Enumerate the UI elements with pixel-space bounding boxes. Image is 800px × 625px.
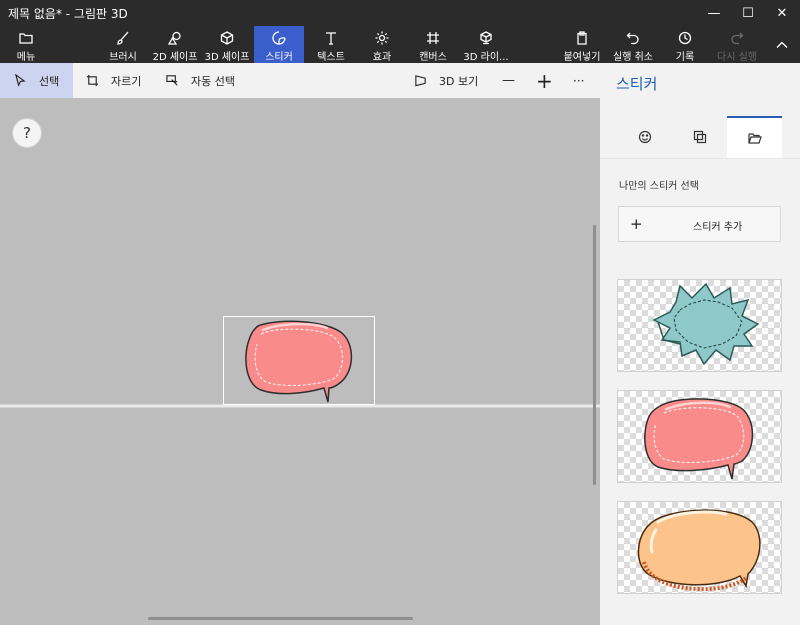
textures-icon <box>693 130 706 144</box>
undo-label: 실행 취소 <box>613 52 653 63</box>
close-button[interactable]: ✕ <box>765 0 799 26</box>
tool-3d-shapes-label: 3D 셰이프 <box>204 52 250 63</box>
plus-icon: + <box>630 215 643 233</box>
view-3d-icon <box>415 75 426 87</box>
tool-brush-label: 브러시 <box>109 52 137 63</box>
undo-icon <box>626 32 639 45</box>
canvas-icon <box>427 32 439 44</box>
tool-effects-button[interactable]: 효과 <box>362 26 402 63</box>
library-icon <box>480 31 492 45</box>
title-bar: 제목 없음* - 그림판 3D — ☐ ✕ <box>0 0 800 26</box>
stickers-tab[interactable] <box>617 116 672 158</box>
shapes-2d-icon <box>168 31 181 45</box>
menu-label: 메뉴 <box>16 52 36 63</box>
tool-stickers-label: 스티커 <box>265 52 293 63</box>
redo-icon <box>731 32 744 45</box>
magic-select-label: 자동 선택 <box>191 74 235 88</box>
cube-icon <box>220 31 234 45</box>
my-stickers-tab[interactable] <box>727 116 782 158</box>
history-icon <box>678 31 692 45</box>
view-3d-button[interactable]: 3D 보기 <box>414 63 478 98</box>
maximize-button[interactable]: ☐ <box>731 0 765 26</box>
view-3d-label: 3D 보기 <box>439 74 479 88</box>
ribbon: 메뉴 브러시 2D 셰이프 3D 셰이프 스티커 텍스트 효과 캔버스 3D 라… <box>0 26 800 63</box>
menu-button[interactable]: 메뉴 <box>4 26 48 63</box>
tool-text-label: 텍스트 <box>317 52 345 63</box>
selection-box[interactable] <box>223 316 375 405</box>
add-sticker-button[interactable]: + 스티커 추가 <box>618 206 781 242</box>
chevron-up-icon <box>776 41 788 48</box>
tool-2d-shapes-button[interactable]: 2D 셰이프 <box>150 26 200 63</box>
minimize-button[interactable]: — <box>697 0 731 26</box>
help-button[interactable]: ? <box>12 118 42 148</box>
pink-speech-bubble-icon <box>644 398 754 480</box>
sticker-icon <box>272 31 286 45</box>
horizontal-scrollbar[interactable] <box>148 617 413 620</box>
tool-effects-label: 효과 <box>372 52 392 63</box>
tool-2d-shapes-label: 2D 셰이프 <box>152 52 198 63</box>
paste-button[interactable]: 붙여넣기 <box>560 26 604 63</box>
tool-canvas-label: 캔버스 <box>419 52 447 63</box>
sun-icon <box>375 31 389 45</box>
select-button[interactable]: 선택 <box>0 63 73 98</box>
magic-select-icon <box>166 75 178 86</box>
text-icon <box>326 32 336 45</box>
panel-title: 스티커 <box>616 75 658 93</box>
cursor-icon <box>15 74 26 87</box>
paste-label: 붙여넣기 <box>563 52 601 63</box>
sticker-card-spiky-bubble[interactable] <box>617 279 782 372</box>
orange-speech-bubble-icon <box>637 509 761 592</box>
spiky-speech-bubble-sticker <box>652 282 760 366</box>
crop-label: 자르기 <box>111 74 142 88</box>
undo-button[interactable]: 실행 취소 <box>610 26 656 63</box>
zoom-out-button[interactable]: — <box>502 63 515 98</box>
tool-canvas-button[interactable]: 캔버스 <box>410 26 456 63</box>
add-sticker-label: 스티커 추가 <box>693 222 743 233</box>
brush-icon <box>117 31 129 45</box>
tool-text-button[interactable]: 텍스트 <box>308 26 354 63</box>
vertical-scrollbar[interactable] <box>593 225 596 485</box>
open-folder-icon <box>747 133 762 144</box>
tool-3d-shapes-button[interactable]: 3D 셰이프 <box>202 26 252 63</box>
textures-tab[interactable] <box>672 116 727 158</box>
canvas-toolbar: 선택 자르기 자동 선택 3D 보기 — + ··· <box>0 63 600 99</box>
panel-separator <box>600 158 800 159</box>
section-label: 나만의 스티커 선택 <box>619 181 699 192</box>
redo-label: 다시 실행 <box>717 52 757 63</box>
tool-stickers-button[interactable]: 스티커 <box>254 26 304 63</box>
paste-icon <box>577 31 587 45</box>
crop-button[interactable]: 자르기 <box>86 63 141 98</box>
collapse-ribbon-button[interactable] <box>768 26 796 63</box>
redo-button[interactable]: 다시 실행 <box>714 26 760 63</box>
tool-brush-button[interactable]: 브러시 <box>100 26 146 63</box>
magic-select-button[interactable]: 자동 선택 <box>166 63 235 98</box>
tool-3d-library-label: 3D 라이... <box>463 52 509 63</box>
zoom-in-button[interactable]: + <box>536 63 553 98</box>
crop-icon <box>86 74 99 87</box>
sticker-card-pink-bubble[interactable] <box>617 390 782 483</box>
history-button[interactable]: 기록 <box>665 26 705 63</box>
tool-3d-library-button[interactable]: 3D 라이... <box>462 26 510 63</box>
select-label: 선택 <box>39 74 60 88</box>
folder-icon <box>19 33 33 44</box>
history-label: 기록 <box>675 52 695 63</box>
sticker-card-orange-bubble[interactable] <box>617 501 782 594</box>
window-title: 제목 없음* - 그림판 3D <box>8 7 128 21</box>
smiley-icon <box>638 130 651 144</box>
panel-tabs <box>600 116 800 158</box>
more-options-button[interactable]: ··· <box>573 63 584 98</box>
